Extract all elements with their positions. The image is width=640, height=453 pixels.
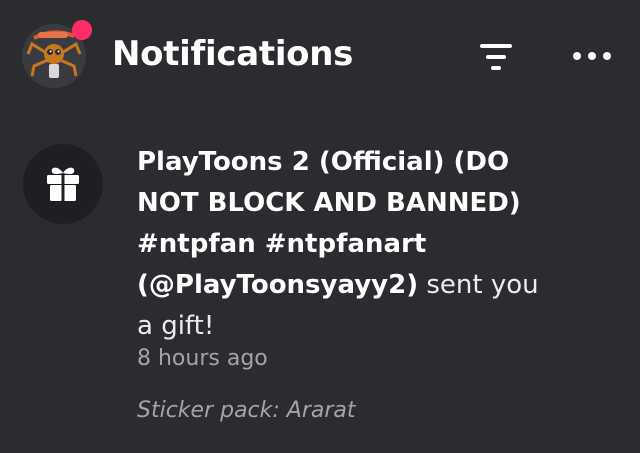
notification-message: PlayToons 2 (Official) (DO NOT BLOCK AND…: [137, 142, 562, 347]
notification-detail[interactable]: Sticker pack: Ararat: [137, 398, 356, 423]
notification-time: 8 hours ago: [137, 346, 268, 371]
notification-item[interactable]: PlayToons 2 (Official) (DO NOT BLOCK AND…: [0, 130, 640, 453]
gift-icon: [47, 167, 79, 201]
notification-badge: [72, 20, 92, 40]
filter-lines-icon: [480, 44, 512, 70]
filter-button[interactable]: [478, 40, 514, 74]
more-dots-icon: [573, 52, 611, 60]
header-bar: Notifications: [0, 0, 640, 118]
page-title: Notifications: [112, 34, 354, 74]
more-options-button[interactable]: [568, 44, 616, 68]
gift-icon-container: [23, 144, 103, 224]
